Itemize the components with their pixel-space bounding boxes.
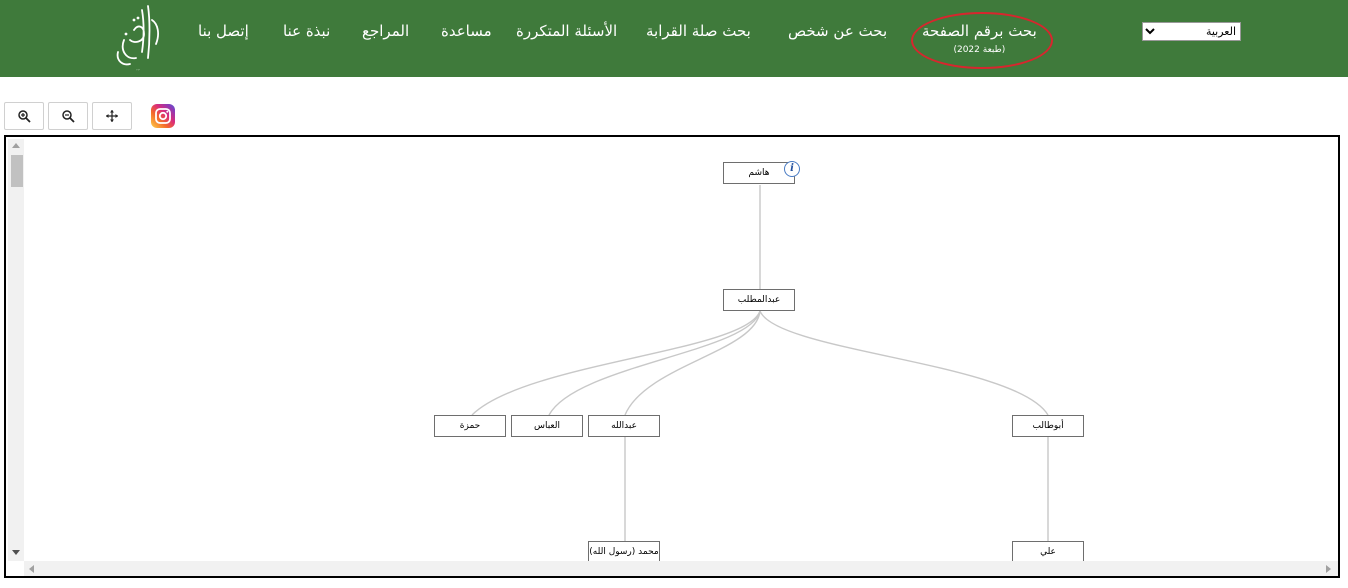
node-muhammad[interactable]: محمد (رسول الله) bbox=[588, 541, 660, 563]
move-icon bbox=[106, 110, 118, 122]
node-abdulmuttalib[interactable]: عبدالمطلب bbox=[723, 289, 795, 311]
node-hamza[interactable]: حمزة bbox=[434, 415, 506, 437]
logo-text: الهوشان bbox=[136, 69, 140, 71]
scroll-up-icon[interactable] bbox=[12, 143, 20, 148]
vertical-scrollbar[interactable] bbox=[8, 139, 24, 561]
nav-edition-note: (طبعة 2022) bbox=[953, 45, 1006, 55]
tree-connectors bbox=[471, 185, 1049, 541]
zoom-out-button[interactable] bbox=[48, 102, 88, 130]
info-icon[interactable]: i bbox=[784, 161, 800, 177]
instagram-link[interactable] bbox=[151, 104, 175, 128]
top-navigation-bar: الهوشان بحث برقم الصفحة (طبعة 2022) بحث … bbox=[0, 0, 1348, 77]
nav-about[interactable]: نبذة عنا bbox=[283, 22, 330, 40]
site-logo[interactable]: الهوشان bbox=[104, 0, 168, 72]
node-abutalib[interactable]: أبوطالب bbox=[1012, 415, 1084, 437]
node-abdullah[interactable]: عبدالله bbox=[588, 415, 660, 437]
zoom-in-icon bbox=[18, 110, 31, 123]
zoom-in-button[interactable] bbox=[4, 102, 44, 130]
scroll-left-icon[interactable] bbox=[29, 565, 34, 573]
nav-faq[interactable]: الأسئلة المتكررة bbox=[516, 22, 617, 40]
nav-search-person[interactable]: بحث عن شخص bbox=[788, 22, 887, 40]
vertical-scroll-thumb[interactable] bbox=[11, 155, 23, 187]
language-select[interactable]: العربية bbox=[1142, 22, 1241, 41]
nav-search-kinship[interactable]: بحث صلة القرابة bbox=[646, 22, 751, 40]
nav-help[interactable]: مساعدة bbox=[441, 22, 492, 40]
node-ali[interactable]: علي bbox=[1012, 541, 1084, 563]
zoom-out-icon bbox=[62, 110, 75, 123]
nav-contact[interactable]: إتصل بنا bbox=[198, 22, 249, 40]
family-tree-canvas[interactable]: هاشم i عبدالمطلب حمزة العباس عبدالله أبو… bbox=[4, 135, 1340, 578]
instagram-icon bbox=[155, 108, 171, 124]
nav-search-by-page-label: بحث برقم الصفحة bbox=[922, 22, 1037, 40]
horizontal-scrollbar[interactable] bbox=[24, 561, 1338, 576]
nav-references[interactable]: المراجع bbox=[362, 22, 409, 40]
scroll-down-icon[interactable] bbox=[12, 550, 20, 555]
center-view-button[interactable] bbox=[92, 102, 132, 130]
scroll-right-icon[interactable] bbox=[1326, 565, 1331, 573]
node-abbas[interactable]: العباس bbox=[511, 415, 583, 437]
nav-search-by-page[interactable]: بحث برقم الصفحة (طبعة 2022) bbox=[922, 22, 1037, 55]
